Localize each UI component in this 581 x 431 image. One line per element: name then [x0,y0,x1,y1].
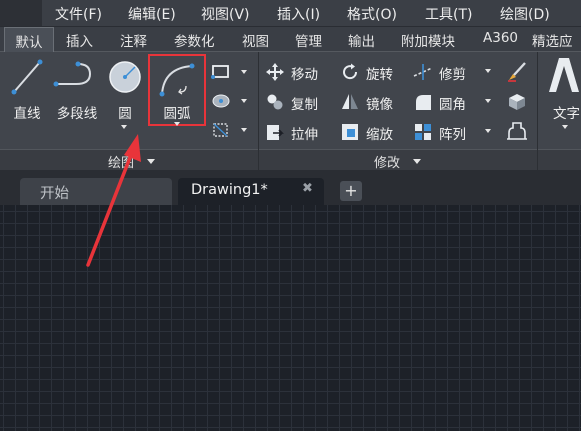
annotation-arrowhead-icon [124,134,141,162]
annotation-arrow-icon [86,148,135,267]
annotation-arrow-overlay [86,134,141,267]
